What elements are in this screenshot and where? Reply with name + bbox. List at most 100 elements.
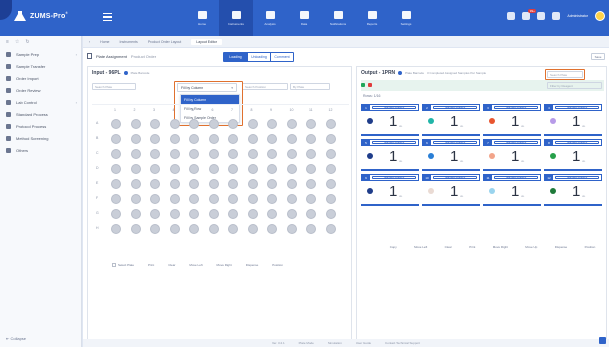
dispense-button[interactable]: Dispense (555, 245, 568, 249)
reagent-card-label[interactable]: Standard Reagent (494, 106, 538, 109)
plate-well[interactable] (111, 224, 121, 234)
plate-well[interactable] (169, 194, 180, 204)
move-left-button[interactable]: Move Left (414, 245, 427, 249)
copy-button[interactable]: Copy (390, 245, 397, 249)
nav-analysis[interactable]: Analysis (253, 0, 287, 36)
app-logo[interactable]: ZUMS-Pro ® (14, 11, 68, 21)
sidebar-item-order-import[interactable]: Order Import (0, 72, 81, 84)
plate-well[interactable] (169, 164, 180, 174)
plate-well[interactable] (325, 194, 336, 204)
plate-well[interactable] (228, 194, 238, 204)
plate-well[interactable] (247, 224, 258, 234)
nav-notifications[interactable]: Notifications (321, 0, 355, 36)
plate-well[interactable] (247, 134, 258, 144)
plate-column-header[interactable]: 11 (309, 108, 313, 112)
plate-well[interactable] (228, 224, 238, 234)
reagent-card-label[interactable]: Standard Reagent (433, 106, 477, 109)
reagent-card[interactable]: 10 Standard Reagent 1 uL (422, 174, 480, 208)
plate-well[interactable] (150, 224, 160, 234)
save-button[interactable]: Save (591, 53, 605, 60)
print-button[interactable]: Print (469, 245, 475, 249)
menu-toggle-icon[interactable] (103, 13, 112, 21)
plate-well[interactable] (130, 119, 141, 129)
plate-well[interactable] (286, 179, 297, 189)
help-icon[interactable] (599, 337, 606, 344)
plate-well[interactable] (111, 134, 121, 144)
move-right-button[interactable]: Move Right (493, 245, 508, 249)
plate-well[interactable] (208, 149, 219, 159)
plate-well[interactable] (306, 179, 316, 189)
reagent-card[interactable]: 8 Standard Reagent 1 uL (544, 139, 602, 173)
plate-well[interactable] (306, 209, 316, 219)
sidebar-item-order-review[interactable]: Order Review (0, 84, 81, 96)
plate-well[interactable] (228, 134, 238, 144)
sidebar-item-sample-transfer[interactable]: Sample Transfer (0, 60, 81, 72)
plate-well[interactable] (169, 149, 180, 159)
plate-well[interactable] (267, 179, 277, 189)
plate-column-header[interactable]: 2 (134, 108, 136, 112)
output-search-input[interactable]: Search Plate (547, 71, 583, 78)
plate-well[interactable] (247, 149, 258, 159)
reagent-card-label[interactable]: Standard Reagent (372, 106, 416, 109)
sidebar-collapse[interactable]: ⇤ Collapse (6, 336, 26, 341)
nav-home[interactable]: Home (185, 0, 219, 36)
info-icon[interactable] (123, 71, 128, 75)
plate-row-header[interactable]: D (96, 166, 99, 170)
grid-icon[interactable] (537, 12, 546, 20)
plate-well[interactable] (208, 164, 219, 174)
plate-well[interactable] (208, 179, 219, 189)
plate-well[interactable] (306, 164, 316, 174)
plate-well[interactable] (189, 179, 199, 189)
plate-well[interactable] (130, 149, 141, 159)
sidebar-item-sample-prep[interactable]: Sample Prep › (0, 48, 81, 60)
reagent-card[interactable]: 2 Standard Reagent 1 uL (422, 104, 480, 138)
plate-well[interactable] (267, 119, 277, 129)
reagent-card-label[interactable]: Standard Reagent (555, 176, 599, 179)
nav-settings[interactable]: Settings (389, 0, 423, 36)
plate-well[interactable] (325, 149, 336, 159)
plate-row-header[interactable]: H (96, 226, 99, 230)
plate-well[interactable] (267, 134, 277, 144)
plate-well[interactable] (267, 164, 277, 174)
clear-button[interactable]: Clear (445, 245, 452, 249)
plate-well[interactable] (111, 179, 121, 189)
reagent-card[interactable]: 5 Standard Reagent 1 uL (361, 139, 419, 173)
plate-well[interactable] (247, 164, 258, 174)
plate-well[interactable] (228, 149, 238, 159)
plate-well[interactable] (189, 194, 199, 204)
plate-well[interactable] (247, 119, 258, 129)
plate-well[interactable] (228, 119, 238, 129)
sidebar-item-protocol-process[interactable]: Protocol Process (0, 120, 81, 132)
reagent-card-label[interactable]: Standard Reagent (372, 141, 416, 144)
plate-well[interactable] (150, 149, 160, 159)
position-button[interactable]: Position (272, 263, 283, 267)
plate-well[interactable] (286, 224, 297, 234)
star-icon[interactable]: ☆ (15, 39, 19, 45)
bell-icon[interactable]: 99+ (522, 9, 537, 20)
reagent-filter-select[interactable]: Filter by Reagent (547, 82, 602, 89)
reagent-card[interactable]: 7 Standard Reagent 1 uL (483, 139, 541, 173)
breadcrumb-item[interactable]: Instruments (120, 40, 138, 44)
plate-well[interactable] (325, 179, 336, 189)
plate-well[interactable] (150, 209, 160, 219)
move-left-button[interactable]: Move Left (189, 263, 202, 267)
plate-well[interactable] (111, 164, 121, 174)
plate-well[interactable] (150, 194, 160, 204)
plate-well[interactable] (325, 164, 336, 174)
plate-well[interactable] (130, 209, 141, 219)
plate-well[interactable] (306, 134, 316, 144)
plate-row-header[interactable]: E (96, 181, 98, 185)
plate-well[interactable] (111, 209, 121, 219)
plate-column-header[interactable]: 5 (192, 108, 194, 112)
reagent-card-label[interactable]: Standard Reagent (433, 176, 477, 179)
mode-comment-button[interactable]: Comment (270, 53, 293, 61)
search-position-input[interactable]: Search Position (242, 83, 288, 90)
plate-column-header[interactable]: 10 (290, 108, 294, 112)
breadcrumb-item[interactable]: Product Order Layout (148, 40, 181, 44)
breadcrumb-item[interactable]: Home (100, 40, 109, 44)
plate-well[interactable] (169, 134, 180, 144)
user-guide-link[interactable]: User Guide (356, 341, 371, 345)
plate-well[interactable] (247, 209, 258, 219)
plate-filter-select[interactable]: By Plate (290, 83, 330, 90)
plate-well[interactable] (208, 209, 219, 219)
